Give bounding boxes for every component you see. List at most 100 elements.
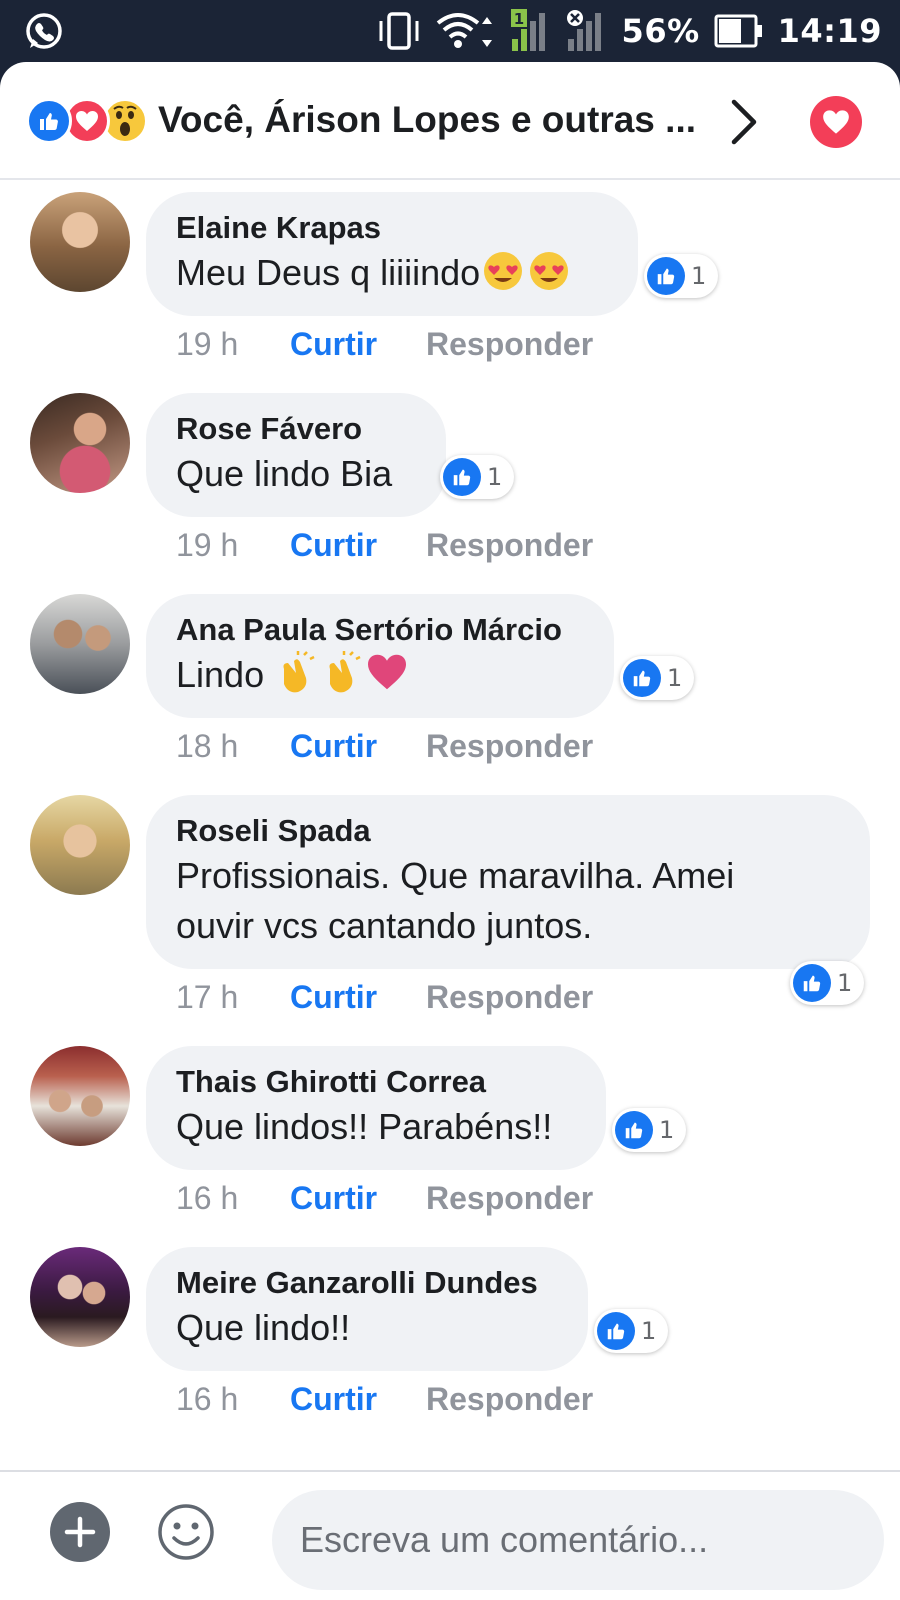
comment-actions: 19 h Curtir Responder [176, 523, 593, 567]
like-button[interactable]: Curtir [290, 728, 426, 765]
like-count-badge[interactable]: 1 [620, 656, 695, 700]
comment-item: Ana Paula Sertório Márcio Lindo 1 18 h C… [0, 582, 900, 782]
chevron-right-icon[interactable] [722, 96, 766, 148]
avatar[interactable] [30, 594, 130, 694]
like-count: 1 [691, 262, 707, 290]
comment-time: 16 h [176, 1179, 239, 1216]
like-count-badge[interactable]: 1 [644, 254, 719, 298]
like-icon [615, 1111, 653, 1149]
comment-text: Que lindos!! Parabéns!! [176, 1106, 553, 1147]
comment-time: 18 h [176, 727, 239, 764]
comment-time: 19 h [176, 325, 239, 362]
comment-text-line-2: ouvir vcs cantando juntos. [176, 905, 593, 946]
like-count: 1 [667, 664, 683, 692]
comment-time: 16 h [176, 1380, 239, 1417]
status-bar: 1 56% 14:19 [0, 0, 900, 62]
like-button[interactable]: Curtir [290, 527, 426, 564]
comment-actions: 16 h Curtir Responder [176, 1377, 593, 1421]
clapping-hands-emoji-icon [329, 651, 361, 693]
sim-badge: 1 [513, 10, 523, 28]
heart-emoji-icon [368, 654, 407, 690]
smiley-icon[interactable] [156, 1502, 216, 1562]
comment-author[interactable]: Roseli Spada [176, 811, 840, 851]
comment-actions: 19 h Curtir Responder [176, 322, 593, 366]
no-signal-icon [566, 10, 601, 51]
whatsapp-icon [26, 13, 62, 49]
vibrate-icon [379, 12, 419, 50]
comment-bubble[interactable]: Meire Ganzarolli Dundes Que lindo!! [146, 1247, 588, 1371]
like-count: 1 [487, 463, 503, 491]
avatar[interactable] [30, 393, 130, 493]
comment-bubble[interactable]: Elaine Krapas Meu Deus q liiiindo [146, 192, 638, 316]
comment-bubble[interactable]: Roseli Spada Profissionais. Que maravilh… [146, 795, 870, 969]
comment-author[interactable]: Meire Ganzarolli Dundes [176, 1263, 558, 1303]
comment-author[interactable]: Thais Ghirotti Correa [176, 1062, 576, 1102]
comment-actions: 18 h Curtir Responder [176, 724, 593, 768]
reactions-header[interactable]: Você, Árison Lopes e outras ... [0, 62, 900, 180]
reply-button[interactable]: Responder [426, 527, 593, 564]
like-count-badge[interactable]: 1 [440, 455, 515, 499]
heart-eyes-emoji-icon [484, 252, 523, 290]
comment-actions: 16 h Curtir Responder [176, 1176, 593, 1220]
like-button[interactable]: Curtir [290, 326, 426, 363]
reaction-summary[interactable] [26, 98, 152, 144]
comment-item: Elaine Krapas Meu Deus q liiiindo 1 19 h… [0, 180, 900, 380]
plus-icon[interactable] [50, 1502, 110, 1562]
comment-item: Meire Ganzarolli Dundes Que lindo!! 1 16… [0, 1235, 900, 1435]
comment-composer [0, 1470, 900, 1600]
comment-actions: 17 h Curtir Responder [176, 975, 593, 1019]
comment-bubble[interactable]: Ana Paula Sertório Márcio Lindo [146, 594, 614, 718]
like-icon [647, 257, 685, 295]
like-count-badge[interactable]: 1 [790, 961, 865, 1005]
avatar[interactable] [30, 1046, 130, 1146]
reply-button[interactable]: Responder [426, 1180, 593, 1217]
comment-author[interactable]: Elaine Krapas [176, 208, 608, 248]
clapping-hands-emoji-icon [283, 651, 315, 693]
reply-button[interactable]: Responder [426, 979, 593, 1016]
like-button[interactable]: Curtir [290, 1381, 426, 1418]
reply-button[interactable]: Responder [426, 326, 593, 363]
comment-bubble[interactable]: Rose Fávero Que lindo Bia [146, 393, 446, 517]
battery-percent: 56% [621, 12, 700, 50]
comment-time: 17 h [176, 978, 239, 1015]
like-count: 1 [641, 1317, 657, 1345]
like-icon [597, 1312, 635, 1350]
comment-text: Meu Deus q liiiindo [176, 248, 608, 298]
signal-icon: 1 [510, 9, 545, 51]
like-button[interactable]: Curtir [290, 1180, 426, 1217]
comment-bubble[interactable]: Thais Ghirotti Correa Que lindos!! Parab… [146, 1046, 606, 1170]
comments-sheet: Você, Árison Lopes e outras ... Elaine K… [0, 62, 900, 1600]
avatar[interactable] [30, 795, 130, 895]
wifi-icon [436, 13, 492, 48]
comment-text: Lindo [176, 650, 584, 700]
like-icon [623, 659, 661, 697]
love-icon[interactable] [810, 96, 862, 148]
like-count-badge[interactable]: 1 [612, 1108, 687, 1152]
comment-text: Que lindo Bia [176, 453, 393, 494]
like-count-badge[interactable]: 1 [594, 1309, 669, 1353]
comment-input-container[interactable] [272, 1490, 884, 1590]
comment-item: Rose Fávero Que lindo Bia 1 19 h Curtir … [0, 381, 900, 581]
like-button[interactable]: Curtir [290, 979, 426, 1016]
reply-button[interactable]: Responder [426, 1381, 593, 1418]
clock: 14:19 [777, 12, 882, 50]
like-icon [793, 964, 831, 1002]
comment-list: Elaine Krapas Meu Deus q liiiindo 1 19 h… [0, 180, 900, 1532]
comment-item: Thais Ghirotti Correa Que lindos!! Parab… [0, 1034, 900, 1234]
comment-author[interactable]: Rose Fávero [176, 409, 416, 449]
comment-item: Roseli Spada Profissionais. Que maravilh… [0, 783, 900, 1033]
comment-input[interactable] [300, 1519, 856, 1561]
heart-eyes-emoji-icon [530, 252, 569, 290]
reply-button[interactable]: Responder [426, 728, 593, 765]
avatar[interactable] [30, 1247, 130, 1347]
comment-author[interactable]: Ana Paula Sertório Márcio [176, 610, 584, 650]
comment-text: Que lindo!! [176, 1307, 351, 1348]
like-count: 1 [837, 969, 853, 997]
comment-time: 19 h [176, 526, 239, 563]
avatar[interactable] [30, 192, 130, 292]
battery-icon [714, 14, 762, 48]
like-icon [443, 458, 481, 496]
comment-text-line-1: Profissionais. Que maravilha. Amei [176, 855, 735, 896]
reactions-title[interactable]: Você, Árison Lopes e outras ... [158, 92, 718, 148]
like-count: 1 [659, 1116, 675, 1144]
